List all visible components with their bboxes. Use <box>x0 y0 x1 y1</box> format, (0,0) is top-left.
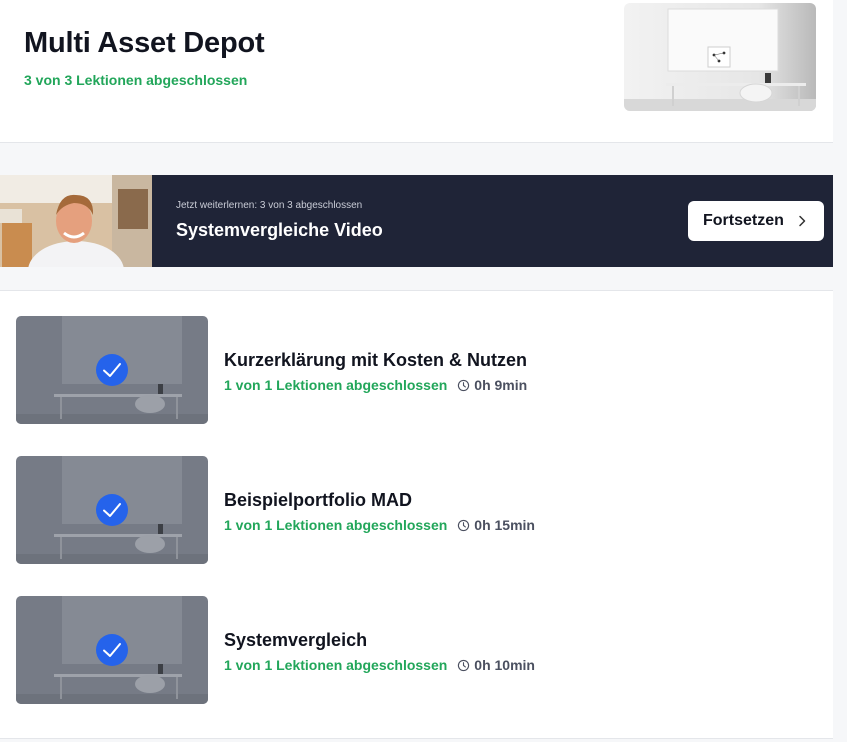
lesson-duration: 0h 10min <box>474 657 535 673</box>
lesson-list: Kurzerklärung mit Kosten & Nutzen 1 von … <box>0 290 833 739</box>
check-circle-icon <box>96 634 128 666</box>
clock-icon <box>458 659 470 671</box>
lesson-meta: 1 von 1 Lektionen abgeschlossen 0h 9min <box>224 377 527 393</box>
continue-learning-banner: Jetzt weiterlernen: 3 von 3 abgeschlosse… <box>0 175 833 267</box>
chevron-right-icon <box>799 215 806 227</box>
lesson-duration: 0h 15min <box>474 517 535 533</box>
lesson-item[interactable]: Kurzerklärung mit Kosten & Nutzen 1 von … <box>16 316 816 424</box>
lesson-meta: 1 von 1 Lektionen abgeschlossen 0h 10min <box>224 657 535 673</box>
course-header: Multi Asset Depot 3 von 3 Lektionen abge… <box>0 0 833 143</box>
continue-button[interactable]: Fortsetzen <box>688 201 824 241</box>
lesson-title: Systemvergleich <box>224 630 368 650</box>
lesson-item[interactable]: Beispielportfolio MAD 1 von 1 Lektionen … <box>16 456 816 564</box>
lesson-progress-text: 1 von 1 Lektionen abgeschlossen <box>224 377 448 393</box>
lesson-meta: 1 von 1 Lektionen abgeschlossen 0h 15min <box>224 517 535 533</box>
course-thumbnail <box>624 3 816 111</box>
clock-icon <box>458 379 470 391</box>
lesson-duration: 0h 9min <box>474 377 528 393</box>
lesson-thumbnail <box>16 316 208 424</box>
clock-icon <box>458 519 470 531</box>
lesson-title: Kurzerklärung mit Kosten & Nutzen <box>224 350 528 370</box>
course-title: Multi Asset Depot <box>24 27 265 59</box>
course-progress-text: 3 von 3 Lektionen abgeschlossen <box>24 72 248 88</box>
check-circle-icon <box>96 354 128 386</box>
lesson-thumbnail <box>16 456 208 564</box>
continue-subtitle: Jetzt weiterlernen: 3 von 3 abgeschlosse… <box>176 200 363 211</box>
lesson-title: Beispielportfolio MAD <box>224 490 412 510</box>
lesson-progress-text: 1 von 1 Lektionen abgeschlossen <box>224 517 448 533</box>
continue-button-label: Fortsetzen <box>703 212 784 229</box>
lesson-progress-text: 1 von 1 Lektionen abgeschlossen <box>224 657 448 673</box>
continue-lesson-title: Systemvergleiche Video <box>176 220 383 240</box>
lesson-item[interactable]: Systemvergleich 1 von 1 Lektionen abgesc… <box>16 596 816 704</box>
lesson-thumbnail <box>16 596 208 704</box>
check-circle-icon <box>96 494 128 526</box>
banner-presenter-image <box>0 175 152 267</box>
